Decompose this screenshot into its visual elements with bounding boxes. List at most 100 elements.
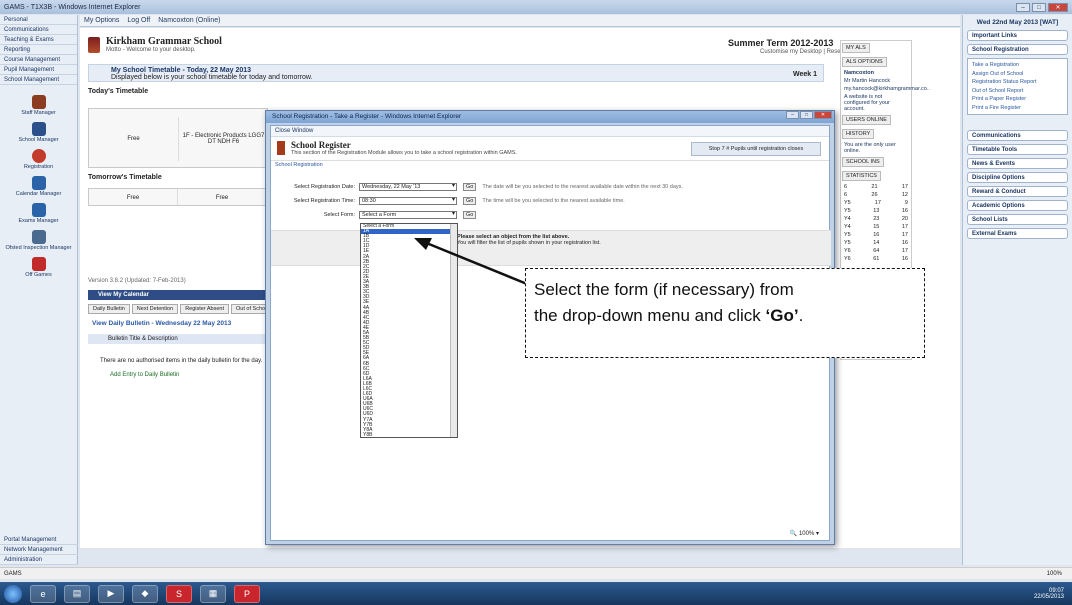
time-hint: The time will be you selected to the nea… (482, 198, 625, 204)
folder-icon[interactable]: ▤ (64, 584, 90, 603)
app-icon[interactable]: ▦ (200, 584, 226, 603)
calendar-bar[interactable]: View My Calendar (88, 290, 268, 300)
panel-news-events[interactable]: News & Events (967, 158, 1068, 169)
nav-label[interactable]: School Manager (18, 137, 58, 143)
nav-item-teaching[interactable]: Teaching & Exams (0, 35, 77, 45)
school-manager-icon[interactable] (31, 122, 46, 136)
version-text: Version 3.8.2 (Updated: 7-Feb-2013) (88, 278, 186, 284)
close-button[interactable]: ✕ (1048, 2, 1068, 12)
minimize-button[interactable]: – (1016, 2, 1030, 12)
panel-academic[interactable]: Academic Options (967, 200, 1068, 211)
nav-item-reporting[interactable]: Reporting (0, 45, 77, 55)
dropdown-option[interactable]: Y8B (361, 432, 457, 437)
tab-daily-bulletin[interactable]: Daily Bulletin (88, 304, 130, 314)
form-go-button[interactable]: Go (463, 211, 477, 219)
user-email[interactable]: my.hancock@kirkhamgrammar.co.. (841, 85, 930, 93)
time-go-button[interactable]: Go (463, 197, 477, 205)
stat-cell: 17 (901, 224, 908, 230)
calendar-icon[interactable] (31, 176, 46, 190)
nav-item-personal[interactable]: Personal (0, 15, 77, 25)
nav-item-portal[interactable]: Portal Management (0, 535, 78, 545)
tab-users-online[interactable]: USERS ONLINE (842, 115, 891, 125)
tab-my-als[interactable]: MY ALS (842, 43, 870, 53)
stat-cell: 12 (901, 192, 908, 198)
register-note-button[interactable]: Stop 7 # Pupils until registration close… (691, 142, 821, 156)
nav-item-network[interactable]: Network Management (0, 545, 78, 555)
inspection-icon[interactable] (31, 230, 46, 244)
link-take-registration[interactable]: Take a Registration (972, 61, 1063, 70)
stat-row: Y6 64 17 (841, 247, 911, 255)
nav-item-admin[interactable]: Administration (0, 555, 78, 565)
panel-communications[interactable]: Communications (967, 130, 1068, 141)
panel-timetable-tools[interactable]: Timetable Tools (967, 144, 1068, 155)
tab-history[interactable]: HISTORY (842, 129, 875, 139)
nav-item-communications[interactable]: Communications (0, 25, 77, 35)
link-assign-out[interactable]: Assign Out of School (972, 70, 1063, 79)
media-icon[interactable]: ▶ (98, 584, 124, 603)
register-section-label: School Registration (275, 162, 323, 168)
time-select[interactable]: 08:30 (359, 197, 457, 205)
start-button[interactable] (4, 584, 22, 603)
app-icon[interactable]: ◆ (132, 584, 158, 603)
panel-school-lists[interactable]: School Lists (967, 214, 1068, 225)
tab-register-absent[interactable]: Register Absent (180, 304, 230, 314)
stat-cell: 13 (873, 208, 880, 214)
maximize-button[interactable]: □ (1032, 2, 1046, 12)
school-crest-icon (88, 36, 100, 53)
link-out-report[interactable]: Out of School Report (972, 87, 1063, 96)
panel-discipline[interactable]: Discipline Options (967, 172, 1068, 183)
nav-label[interactable]: Staff Manager (21, 110, 55, 116)
my-options-link[interactable]: My Options (84, 17, 119, 24)
status-zoom[interactable]: 100% (1047, 568, 1062, 579)
stat-cell: Y5 (844, 200, 851, 206)
panel-external-exams[interactable]: External Exams (967, 228, 1068, 239)
registration-clock-icon[interactable] (31, 149, 46, 163)
date-hint: The date will be you selected to the nea… (482, 184, 683, 190)
date-go-button[interactable]: Go (463, 183, 477, 191)
exams-icon[interactable] (31, 203, 46, 217)
dialog-minimize-button[interactable]: – (786, 111, 799, 119)
tab-next-detention[interactable]: Next Detention (131, 304, 179, 314)
nav-label[interactable]: Registration (24, 164, 53, 170)
panel-important-links[interactable]: Important Links (967, 30, 1068, 41)
nav-label[interactable]: Off Games (25, 272, 52, 278)
date-select[interactable]: Wednesday, 22 May '13 (359, 183, 457, 191)
staff-manager-icon[interactable] (31, 95, 46, 109)
nav-item-course[interactable]: Course Management (0, 55, 77, 65)
user-link[interactable]: Namcoxton (Online) (158, 17, 220, 24)
powerpoint-icon[interactable]: P (234, 584, 260, 603)
add-bulletin-link[interactable]: Add Entry to Daily Bulletin (110, 372, 179, 378)
dialog-window-controls: – □ ✕ (786, 111, 832, 123)
link-status-report[interactable]: Registration Status Report (972, 78, 1063, 87)
lesson-period[interactable]: 1F - Electronic Products LGG7 DT NDH F6 (179, 117, 269, 161)
dialog-maximize-button[interactable]: □ (800, 111, 813, 119)
games-icon[interactable] (31, 257, 46, 271)
tab-statistics[interactable]: STATISTICS (842, 171, 881, 181)
stat-cell: Y5 (844, 208, 851, 214)
bulletin-column-header: Bulletin Title & Description (88, 334, 268, 344)
form-select[interactable]: Select a Form (359, 211, 457, 219)
panel-reward[interactable]: Reward & Conduct (967, 186, 1068, 197)
nav-label[interactable]: Calendar Manager (16, 191, 62, 197)
dropdown-scrollbar[interactable] (450, 224, 457, 437)
link-fire-register[interactable]: Print a Fire Register (972, 104, 1063, 113)
nav-item-pupil[interactable]: Pupil Management (0, 65, 77, 75)
website-note: A website is not configured for your acc… (844, 94, 890, 112)
close-window-link[interactable]: Close Window (271, 126, 829, 137)
nav-label[interactable]: Exams Manager (18, 218, 58, 224)
nav-item-school[interactable]: School Management (0, 75, 77, 85)
panel-school-registration[interactable]: School Registration (967, 44, 1068, 55)
tab-school-ins[interactable]: SCHOOL INS (842, 157, 884, 167)
form-dropdown-list[interactable]: Select a Form 1A 1B 1C 1D 1E 2A 2B 2C 2D 2E 3A 3B 3C 3… (360, 223, 458, 438)
dialog-close-button[interactable]: ✕ (814, 111, 832, 119)
ie-icon[interactable]: e (30, 584, 56, 603)
customise-links[interactable]: Customise my Desktop | Reset (760, 49, 842, 55)
today-grid: Free 1F - Electronic Products LGG7 DT ND… (88, 108, 269, 168)
callout-line-1: Select the form (if necessary) from (534, 280, 794, 299)
link-paper-register[interactable]: Print a Paper Register (972, 95, 1063, 104)
tab-als-options[interactable]: ALS OPTIONS (842, 57, 887, 67)
zoom-level[interactable]: 🔍 100% ▾ (790, 530, 819, 537)
logoff-link[interactable]: Log Off (127, 17, 150, 24)
nav-label[interactable]: Ofsted Inspection Manager (5, 245, 71, 251)
app-icon[interactable]: S (166, 584, 192, 603)
